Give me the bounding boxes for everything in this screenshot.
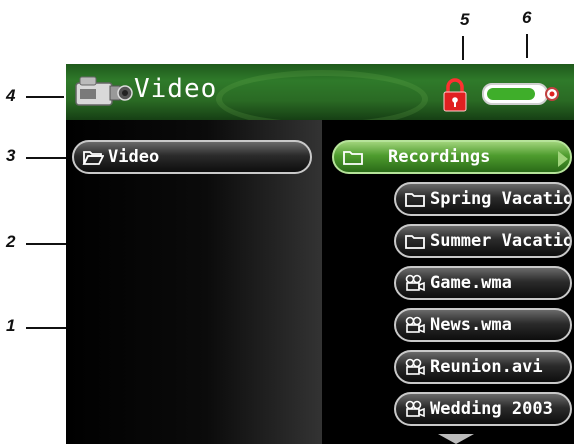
callout-6: 6 <box>522 8 532 27</box>
open-folder-icon <box>82 151 104 165</box>
folder-icon <box>343 151 363 165</box>
battery-icon <box>482 83 559 105</box>
callout-5-line <box>462 36 464 60</box>
file-list-item[interactable]: News.wma <box>394 308 572 342</box>
folder-icon <box>405 193 425 207</box>
callout-6-line <box>526 34 528 58</box>
file-list-item[interactable]: Game.wma <box>394 266 572 300</box>
file-list-pane: Recordings Spring Vacatio Summer Vacatio Ga… <box>322 120 574 444</box>
file-list-item-label: Recordings <box>388 147 491 167</box>
device-screen: Video Video Recordings Spring Vacatio Summ… <box>66 64 574 444</box>
file-list-item[interactable]: Summer Vacatio <box>394 224 572 258</box>
callout-1: 1 <box>6 316 16 335</box>
lock-icon <box>443 78 467 112</box>
callout-4: 4 <box>6 86 16 105</box>
file-list-item-label: Wedding 2003 <box>430 399 553 419</box>
file-list-item-label: Spring Vacatio <box>430 189 572 209</box>
file-list-item[interactable]: Reunion.avi <box>394 350 572 384</box>
video-file-icon <box>405 316 425 334</box>
current-folder-label: Video <box>108 147 160 167</box>
file-list-item[interactable]: Recordings <box>332 140 572 174</box>
file-list-item[interactable]: Wedding 2003 <box>394 392 572 426</box>
folder-icon <box>405 235 425 249</box>
video-file-icon <box>405 400 425 418</box>
callout-3: 3 <box>6 146 16 165</box>
callout-2: 2 <box>6 232 16 251</box>
scroll-down-icon[interactable] <box>438 434 474 444</box>
current-folder-item[interactable]: Video <box>72 140 312 174</box>
selection-arrow-icon <box>558 151 568 167</box>
file-list-item-label: Game.wma <box>430 273 512 293</box>
folder-tree-pane: Video <box>66 120 322 444</box>
camcorder-icon <box>75 76 133 106</box>
callout-5: 5 <box>460 10 470 29</box>
screen-title: Video <box>134 74 218 104</box>
title-bar: Video <box>66 64 574 128</box>
video-file-icon <box>405 358 425 376</box>
file-list-item-label: Summer Vacatio <box>430 231 572 251</box>
file-list-item-label: Reunion.avi <box>430 357 543 377</box>
file-list-item[interactable]: Spring Vacatio <box>394 182 572 216</box>
video-file-icon <box>405 274 425 292</box>
file-list-item-label: News.wma <box>430 315 512 335</box>
callout-4-line <box>26 96 64 98</box>
